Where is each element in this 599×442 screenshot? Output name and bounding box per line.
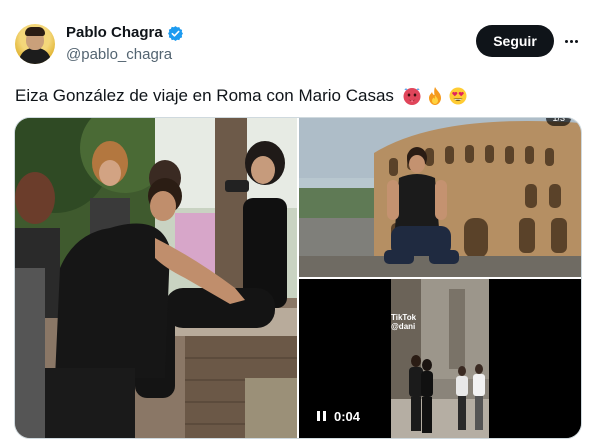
tweet-card: Pablo Chagra @pablo_chagra Seguir Eiza G…: [0, 0, 599, 442]
rome-street-video[interactable]: TikTok @dani 0:04: [299, 279, 581, 438]
author-name-row[interactable]: Pablo Chagra: [66, 24, 184, 42]
video-duration-label: 0:04: [334, 408, 361, 424]
tweet-text-row: Eiza González de viaje en Roma con Mario…: [15, 86, 468, 106]
video-duration-badge[interactable]: 0:04: [311, 406, 367, 426]
friends-on-wall-photo[interactable]: [15, 118, 297, 438]
tiktok-watermark-user: @dani: [391, 322, 416, 331]
heart-eyes-emoji-icon: [448, 86, 468, 106]
man-at-colosseum-photo[interactable]: 1/3: [299, 118, 581, 277]
tiktok-watermark-label: TikTok: [391, 313, 417, 322]
hot-face-emoji-icon: [402, 86, 422, 106]
tiktok-watermark: TikTok @dani: [391, 313, 416, 331]
avatar[interactable]: [15, 24, 55, 64]
author-handle[interactable]: @pablo_chagra: [66, 46, 172, 64]
author-display-name[interactable]: Pablo Chagra: [66, 24, 163, 42]
avatar-hair: [25, 27, 45, 36]
tweet-text: Eiza González de viaje en Roma con Mario…: [15, 86, 394, 105]
fire-emoji-icon: [425, 86, 445, 106]
avatar-body: [19, 48, 51, 64]
media-grid: 1/3 TikTok @dani 0:04: [14, 117, 582, 439]
more-horizontal-icon[interactable]: [560, 30, 582, 52]
pause-icon: [317, 411, 326, 421]
verified-badge-icon: [167, 25, 184, 42]
follow-button[interactable]: Seguir: [476, 25, 554, 57]
